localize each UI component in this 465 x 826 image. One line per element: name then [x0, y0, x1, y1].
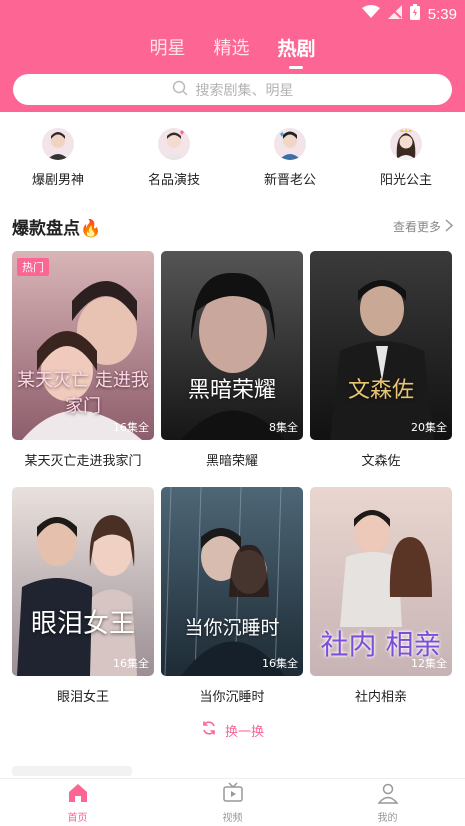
nav-profile[interactable]: 我的 — [310, 779, 465, 826]
signal-icon — [387, 5, 402, 23]
drama-poster[interactable]: 文森佐 20集全 — [310, 251, 452, 440]
status-bar: 5:39 — [0, 0, 465, 28]
top-tabs: 明星 精选 热剧 — [0, 34, 465, 69]
drama-card[interactable]: 眼泪女王 16集全 眼泪女王 — [12, 487, 154, 705]
status-icons: 5:39 — [361, 4, 457, 24]
category-item-sunny-princess[interactable]: 阳光公主 — [348, 128, 464, 188]
drama-card[interactable]: 热门 某天灭亡 走进我家门 16集全 某天灭亡走进我家门 — [12, 251, 154, 469]
drama-card[interactable]: 黑暗荣耀 8集全 黑暗荣耀 — [161, 251, 303, 469]
section-header: 爆款盘点🔥 查看更多 — [12, 214, 454, 239]
see-more-label: 查看更多 — [392, 220, 441, 234]
drama-title: 社内相亲 — [354, 690, 407, 705]
home-icon — [67, 782, 89, 807]
episode-count: 16集全 — [262, 657, 298, 670]
drama-grid: 热门 某天灭亡 走进我家门 16集全 某天灭亡走进我家门 黑暗荣耀 8集全 黑暗… — [12, 251, 453, 705]
drama-title: 黑暗荣耀 — [205, 454, 258, 469]
avatar — [42, 128, 74, 160]
category-item-fine-acting[interactable]: 名品演技 — [116, 128, 232, 188]
nav-video-label: 视频 — [222, 812, 243, 824]
avatar — [158, 128, 190, 160]
poster-title: 某天灭亡 走进我家门 — [17, 370, 149, 417]
status-time: 5:39 — [427, 5, 457, 23]
drama-card[interactable]: 文森佐 20集全 文森佐 — [310, 251, 452, 469]
refresh-label: 换一换 — [224, 724, 264, 740]
poster-title: 当你沉睡时 — [184, 617, 280, 639]
tab-stars[interactable]: 明星 — [149, 34, 185, 61]
refresh-icon — [201, 720, 217, 740]
poster-title: 文森佐 — [347, 378, 414, 403]
poster-title: 眼泪女王 — [30, 609, 135, 639]
tab-featured[interactable]: 精选 — [213, 34, 249, 61]
tab-hot-dramas[interactable]: 热剧 — [277, 34, 316, 69]
drama-title: 文森佐 — [361, 454, 401, 469]
category-row: 爆剧男神 名品演技 新晋老公 阳光公主 — [0, 128, 465, 188]
category-item-new-husband[interactable]: 新晋老公 — [232, 128, 348, 188]
section-title: 爆款盘点🔥 — [12, 219, 102, 239]
episode-count: 16集全 — [113, 421, 149, 434]
drama-title: 眼泪女王 — [56, 690, 109, 705]
search-icon — [172, 80, 188, 100]
avatar — [274, 128, 306, 160]
next-section-peek — [12, 766, 132, 776]
drama-poster[interactable]: 热门 某天灭亡 走进我家门 16集全 — [12, 251, 154, 440]
search-bar[interactable]: 搜索剧集、明星 — [13, 74, 452, 105]
episode-count: 12集全 — [411, 657, 447, 670]
hot-badge: 热门 — [17, 258, 49, 276]
drama-title: 当你沉睡时 — [199, 690, 265, 705]
poster-title: 黑暗荣耀 — [187, 378, 276, 403]
search-placeholder: 搜索剧集、明星 — [195, 82, 294, 99]
drama-card[interactable]: 当你沉睡时 16集全 当你沉睡时 — [161, 487, 303, 705]
drama-card[interactable]: 社内 相亲 12集全 社内相亲 — [310, 487, 452, 705]
drama-poster[interactable]: 眼泪女王 16集全 — [12, 487, 154, 676]
bottom-nav: 首页 视频 我的 — [0, 778, 465, 826]
category-label: 阳光公主 — [379, 173, 432, 188]
refresh-button[interactable]: 换一换 — [0, 720, 465, 740]
drama-poster[interactable]: 社内 相亲 12集全 — [310, 487, 452, 676]
battery-icon — [409, 4, 420, 24]
header: 5:39 明星 精选 热剧 搜索剧集、明星 — [0, 0, 465, 112]
nav-video[interactable]: 视频 — [155, 779, 310, 826]
category-label: 新晋老公 — [263, 173, 316, 188]
category-item-hot-actors[interactable]: 爆剧男神 — [0, 128, 116, 188]
category-label: 爆剧男神 — [31, 173, 84, 188]
nav-home[interactable]: 首页 — [0, 779, 155, 826]
wifi-icon — [361, 5, 380, 23]
drama-poster[interactable]: 当你沉睡时 16集全 — [161, 487, 303, 676]
nav-home-label: 首页 — [67, 812, 88, 824]
chevron-right-icon — [445, 218, 454, 235]
episode-count: 8集全 — [269, 421, 298, 434]
drama-title: 某天灭亡走进我家门 — [24, 454, 142, 469]
drama-poster[interactable]: 黑暗荣耀 8集全 — [161, 251, 303, 440]
see-more-link[interactable]: 查看更多 — [392, 218, 454, 235]
user-icon — [376, 782, 399, 807]
video-icon — [222, 781, 244, 807]
nav-profile-label: 我的 — [377, 812, 398, 824]
episode-count: 16集全 — [113, 657, 149, 670]
episode-count: 20集全 — [411, 421, 447, 434]
avatar — [390, 128, 422, 160]
category-label: 名品演技 — [147, 173, 200, 188]
